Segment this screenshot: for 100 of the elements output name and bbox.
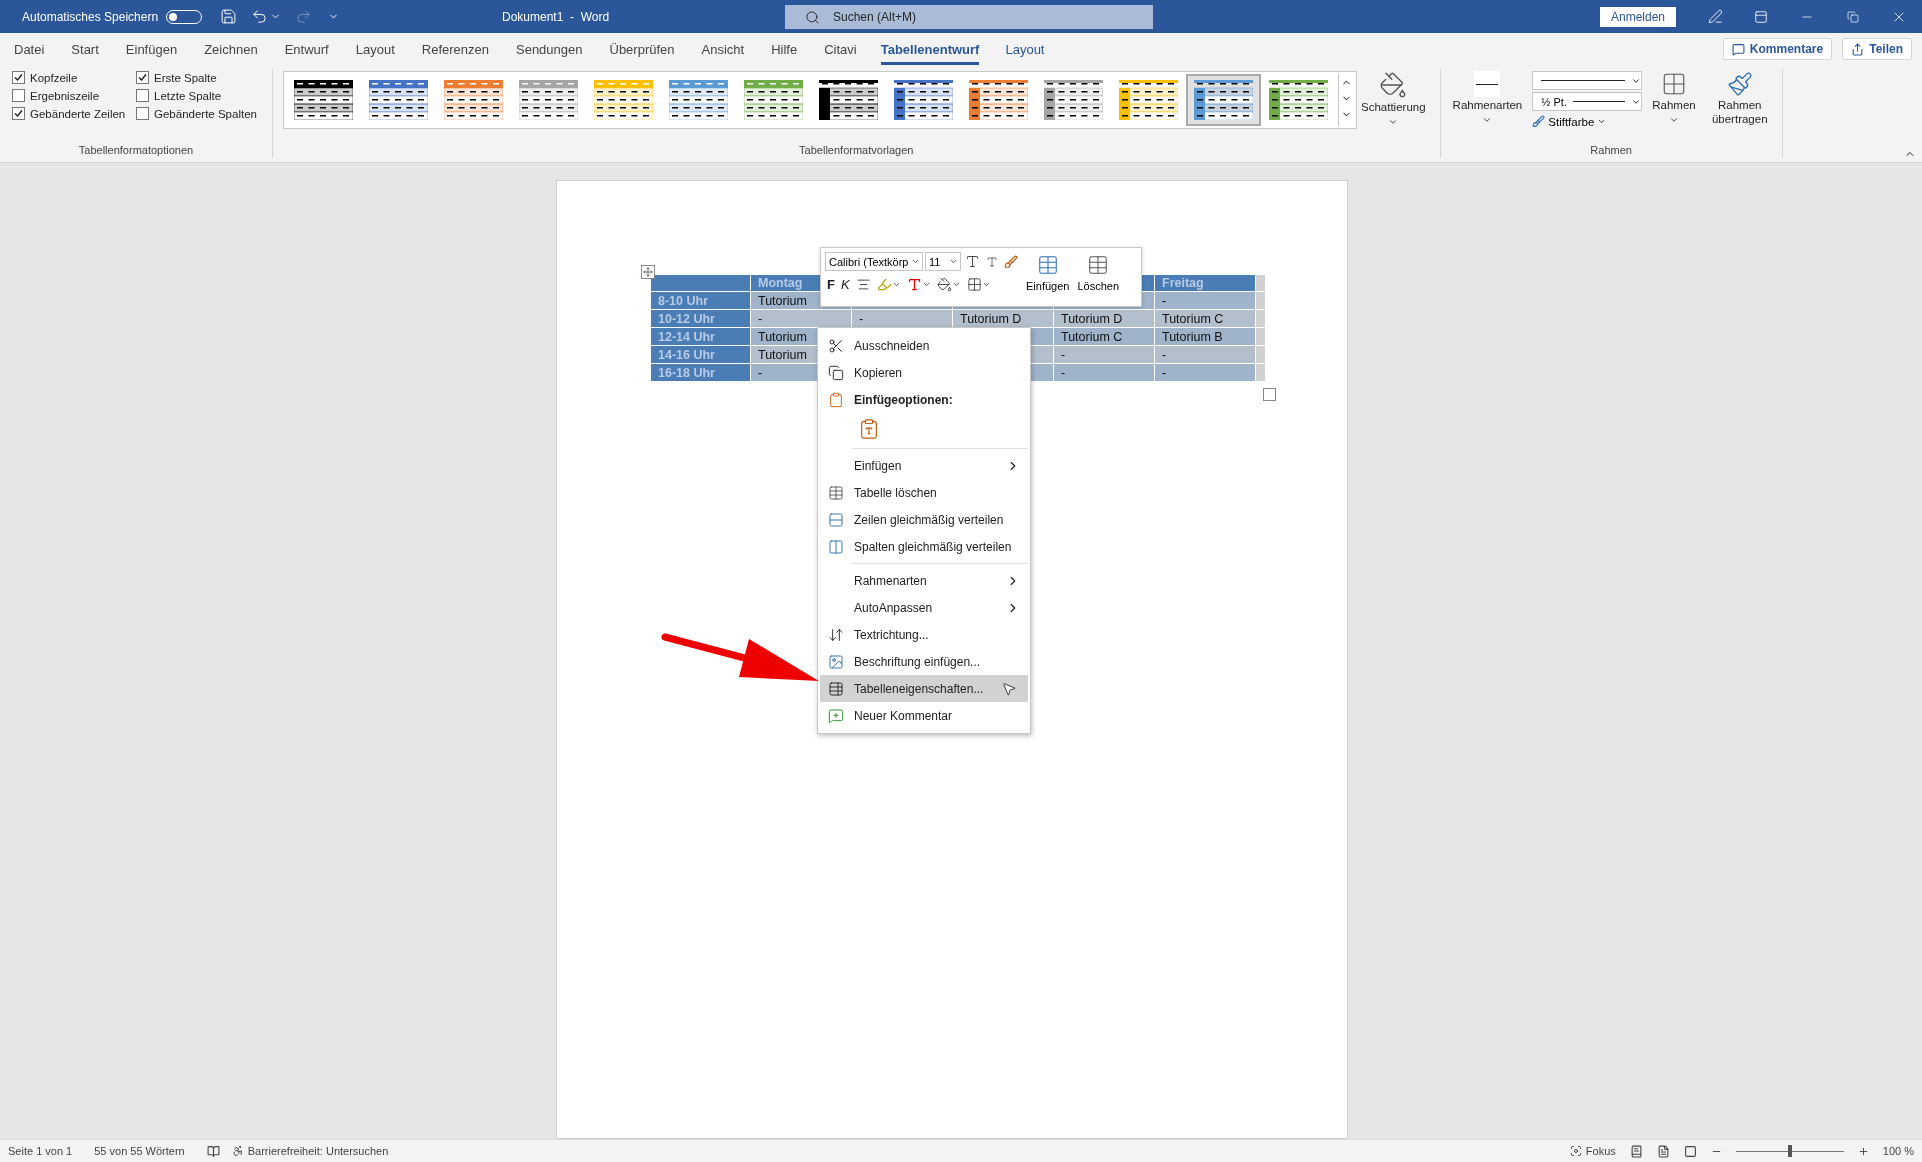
format-painter-icon[interactable] [1002, 254, 1020, 269]
line-style-dropdown[interactable] [1532, 71, 1643, 90]
read-mode-icon[interactable] [1629, 1144, 1643, 1158]
checkbox-label: Erste Spalte [154, 71, 217, 84]
insert-button[interactable]: Einfügen [1024, 252, 1072, 302]
border-styles-button[interactable]: Rahmenarten [1448, 69, 1527, 127]
ribbon-tab[interactable]: Zeichnen [204, 33, 258, 65]
checkbox[interactable] [12, 107, 25, 120]
end-of-row-marker [1256, 310, 1266, 328]
shading-button[interactable]: Schattierung [1357, 69, 1430, 129]
word-count[interactable]: 55 von 55 Wörtern [94, 1145, 185, 1157]
print-layout-icon[interactable] [1656, 1144, 1670, 1158]
menu-item[interactable]: Neuer Kommentar [820, 702, 1028, 729]
group-label: Tabellenformatvorlagen [798, 144, 915, 158]
save-icon[interactable] [220, 8, 238, 25]
font-size-field[interactable]: 11 [925, 252, 961, 271]
zoom-thumb[interactable] [1787, 1145, 1792, 1157]
bold-button[interactable]: F [825, 277, 837, 292]
ribbon-tab[interactable]: Layout [355, 33, 395, 65]
ribbon-tab[interactable]: Citavi [824, 33, 857, 65]
border-painter-button[interactable]: Rahmen übertragen [1705, 69, 1774, 129]
search-field[interactable]: Suchen (Alt+M) [785, 4, 1153, 29]
menu-item[interactable]: Einfügen [820, 452, 1028, 479]
menu-item[interactable]: Rahmenarten [820, 567, 1028, 594]
ribbon-tab[interactable]: Hilfe [771, 33, 798, 65]
caret-icon [951, 280, 961, 289]
delete-button[interactable]: Löschen [1075, 252, 1122, 302]
accessibility-status[interactable]: Barrierefreiheit: Untersuchen [231, 1145, 389, 1157]
ribbon-tab[interactable]: Überprüfen [609, 33, 675, 65]
table-cell: - [1054, 364, 1155, 382]
caret-icon [921, 280, 931, 289]
table-cell: - [1155, 292, 1256, 310]
checkbox-label: Letzte Spalte [154, 89, 222, 102]
menu-item[interactable]: Tabelleneigenschaften... [820, 675, 1028, 702]
comment-icon [828, 707, 844, 724]
text-direction-icon [828, 626, 844, 643]
resize-handle[interactable] [1263, 388, 1276, 401]
paste-options-heading: Einfügeoptionen: [854, 392, 954, 407]
scissors-icon [828, 337, 844, 354]
menu-item[interactable]: Spalten gleichmäßig verteilen [820, 533, 1028, 560]
checkbox[interactable] [12, 71, 25, 84]
paste-keep-text-icon[interactable] [858, 418, 880, 440]
move-handle-icon[interactable] [641, 265, 655, 279]
checkbox-label: Ergebniszeile [30, 89, 100, 102]
focus-button[interactable]: Fokus [1569, 1145, 1616, 1157]
italic-button[interactable]: K [838, 277, 852, 292]
ribbon-tab[interactable]: Referenzen [421, 33, 489, 65]
ribbon-tab[interactable]: Entwurf [284, 33, 329, 65]
columns-icon [828, 538, 844, 555]
end-of-row-marker [1256, 364, 1266, 382]
undo-icon[interactable] [251, 8, 269, 25]
ribbon-tab[interactable]: Einfügen [125, 33, 178, 65]
zoom-level[interactable]: 100 % [1882, 1145, 1914, 1157]
checkbox-label: Kopfzeile [30, 71, 78, 84]
table-header-cell: Freitag [1155, 275, 1256, 292]
checkbox[interactable] [136, 71, 149, 84]
checkbox[interactable] [136, 89, 149, 102]
line-weight-dropdown[interactable]: ½ Pt. [1532, 92, 1643, 111]
font-field[interactable]: Calibri (Textkörp [825, 252, 923, 271]
sign-in-button[interactable]: Anmelden [1599, 6, 1676, 27]
table-cell: - [852, 310, 953, 328]
image-icon [828, 653, 844, 670]
pen-color-button[interactable]: Stiftfarbe [1532, 113, 1643, 130]
pen-icon [1532, 115, 1546, 128]
table-style-thumbnail[interactable] [1186, 74, 1261, 126]
end-of-row-marker [1256, 328, 1266, 346]
highlighter-icon [876, 277, 892, 292]
autosave-label: Automatisches Speichern [22, 9, 159, 24]
web-layout-icon[interactable] [1683, 1144, 1697, 1158]
row-header-cell: 10-12 Uhr [651, 310, 751, 328]
caret-icon [981, 280, 991, 289]
checkbox-label: Gebänderte Spalten [154, 107, 257, 120]
row-header-cell: 12-14 Uhr [651, 328, 751, 346]
share-button[interactable]: Teilen [1842, 38, 1912, 60]
paintbrush-icon [1726, 71, 1753, 97]
checkbox[interactable] [136, 107, 149, 120]
table-icon [1087, 254, 1110, 276]
comments-button[interactable]: Kommentare [1722, 38, 1833, 60]
menu-item[interactable]: Beschriftung einfügen... [820, 648, 1028, 675]
row-header-cell: 16-18 Uhr [651, 364, 751, 382]
row-header-cell: 8-10 Uhr [651, 292, 751, 310]
menu-item[interactable]: AutoAnpassen [820, 594, 1028, 621]
borders-button[interactable]: Rahmen [1648, 69, 1700, 127]
ribbon-tab[interactable]: Layout [1005, 33, 1045, 65]
menu-item[interactable]: Tabelle löschen [820, 479, 1028, 506]
shrink-font-icon[interactable] [984, 255, 1000, 268]
caret-icon [891, 280, 901, 289]
share-icon [1851, 42, 1865, 56]
ribbon-tab[interactable]: Datei [14, 33, 45, 65]
zoom-in-icon[interactable] [1857, 1145, 1869, 1157]
cursor-icon [1001, 681, 1017, 697]
end-of-row-marker [1256, 275, 1266, 292]
book-icon[interactable] [206, 1144, 220, 1158]
menu-item[interactable]: Textrichtung... [820, 621, 1028, 648]
menu-item[interactable]: Zeilen gleichmäßig verteilen [820, 506, 1028, 533]
table-icon [1036, 254, 1059, 276]
ribbon-tab[interactable]: Sendungen [516, 33, 583, 65]
ribbon-tab[interactable]: Ansicht [701, 33, 745, 65]
checkbox[interactable] [12, 89, 25, 102]
ribbon-tab[interactable]: Start [71, 33, 99, 65]
